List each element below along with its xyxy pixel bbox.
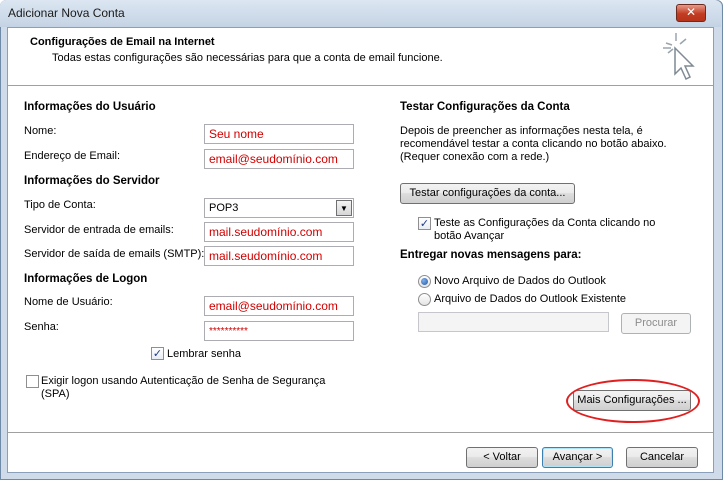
browse-button[interactable]: Procurar: [621, 313, 691, 334]
username-label: Nome de Usuário:: [24, 296, 113, 308]
footer-divider: [8, 432, 713, 433]
outgoing-server-field[interactable]: mail.seudomínio.com: [204, 246, 354, 266]
highlight-annotation: [566, 379, 700, 423]
existing-file-path-field[interactable]: [418, 312, 609, 332]
password-field[interactable]: **********: [204, 321, 354, 341]
auto-test-label[interactable]: Teste as Configurações da Conta clicando…: [434, 217, 664, 243]
back-button[interactable]: < Voltar: [466, 447, 538, 468]
close-button[interactable]: ✕: [676, 4, 706, 22]
chevron-down-icon[interactable]: ▼: [336, 200, 352, 216]
user-info-title: Informações do Usuário: [24, 101, 156, 113]
cancel-button[interactable]: Cancelar: [626, 447, 698, 468]
title-bar: Adicionar Nova Conta ✕: [0, 0, 721, 27]
incoming-server-label: Servidor de entrada de emails:: [24, 224, 174, 236]
password-label: Senha:: [24, 321, 59, 333]
outgoing-server-label: Servidor de saída de emails (SMTP):: [24, 248, 205, 260]
new-data-file-label[interactable]: Novo Arquivo de Dados do Outlook: [434, 275, 606, 287]
header-divider-highlight: [8, 86, 713, 87]
existing-data-file-label[interactable]: Arquivo de Dados do Outlook Existente: [434, 293, 626, 305]
cursor-sparkle-icon: [663, 33, 695, 81]
page-title: Configurações de Email na Internet: [30, 36, 215, 48]
test-settings-description: Depois de preencher as informações nesta…: [400, 125, 667, 163]
auto-test-checkbox[interactable]: ✓: [418, 217, 431, 230]
delivery-title: Entregar novas mensagens para:: [400, 249, 582, 261]
radio-selected-dot: [421, 278, 428, 285]
next-button[interactable]: Avançar >: [542, 447, 613, 468]
test-settings-title: Testar Configurações da Conta: [400, 101, 570, 113]
account-type-select[interactable]: POP3 ▼: [204, 198, 354, 218]
server-info-title: Informações do Servidor: [24, 175, 160, 187]
name-label: Nome:: [24, 125, 57, 137]
spa-checkbox[interactable]: [26, 375, 39, 388]
new-data-file-radio[interactable]: [418, 275, 431, 288]
window-title: Adicionar Nova Conta: [8, 6, 125, 20]
header-band: Configurações de Email na Internet Todas…: [8, 28, 713, 85]
remember-password-checkbox[interactable]: ✓: [151, 347, 164, 360]
account-type-label: Tipo de Conta:: [24, 199, 96, 211]
remember-password-label[interactable]: Lembrar senha: [167, 348, 241, 360]
page-subtitle: Todas estas configurações são necessária…: [52, 52, 443, 64]
close-icon: ✕: [685, 5, 697, 19]
check-icon: ✓: [152, 347, 163, 360]
logon-info-title: Informações de Logon: [24, 273, 148, 285]
account-type-value: POP3: [209, 202, 239, 214]
username-field[interactable]: email@seudomínio.com: [204, 296, 354, 316]
name-field[interactable]: Seu nome: [204, 124, 354, 144]
email-field[interactable]: email@seudomínio.com: [204, 149, 354, 169]
check-icon: ✓: [419, 217, 430, 230]
existing-data-file-radio[interactable]: [418, 293, 431, 306]
spa-label[interactable]: Exigir logon usando Autenticação de Senh…: [41, 375, 341, 401]
test-account-button[interactable]: Testar configurações da conta...: [400, 183, 575, 204]
email-label: Endereço de Email:: [24, 150, 120, 162]
incoming-server-field[interactable]: mail.seudomínio.com: [204, 222, 354, 242]
